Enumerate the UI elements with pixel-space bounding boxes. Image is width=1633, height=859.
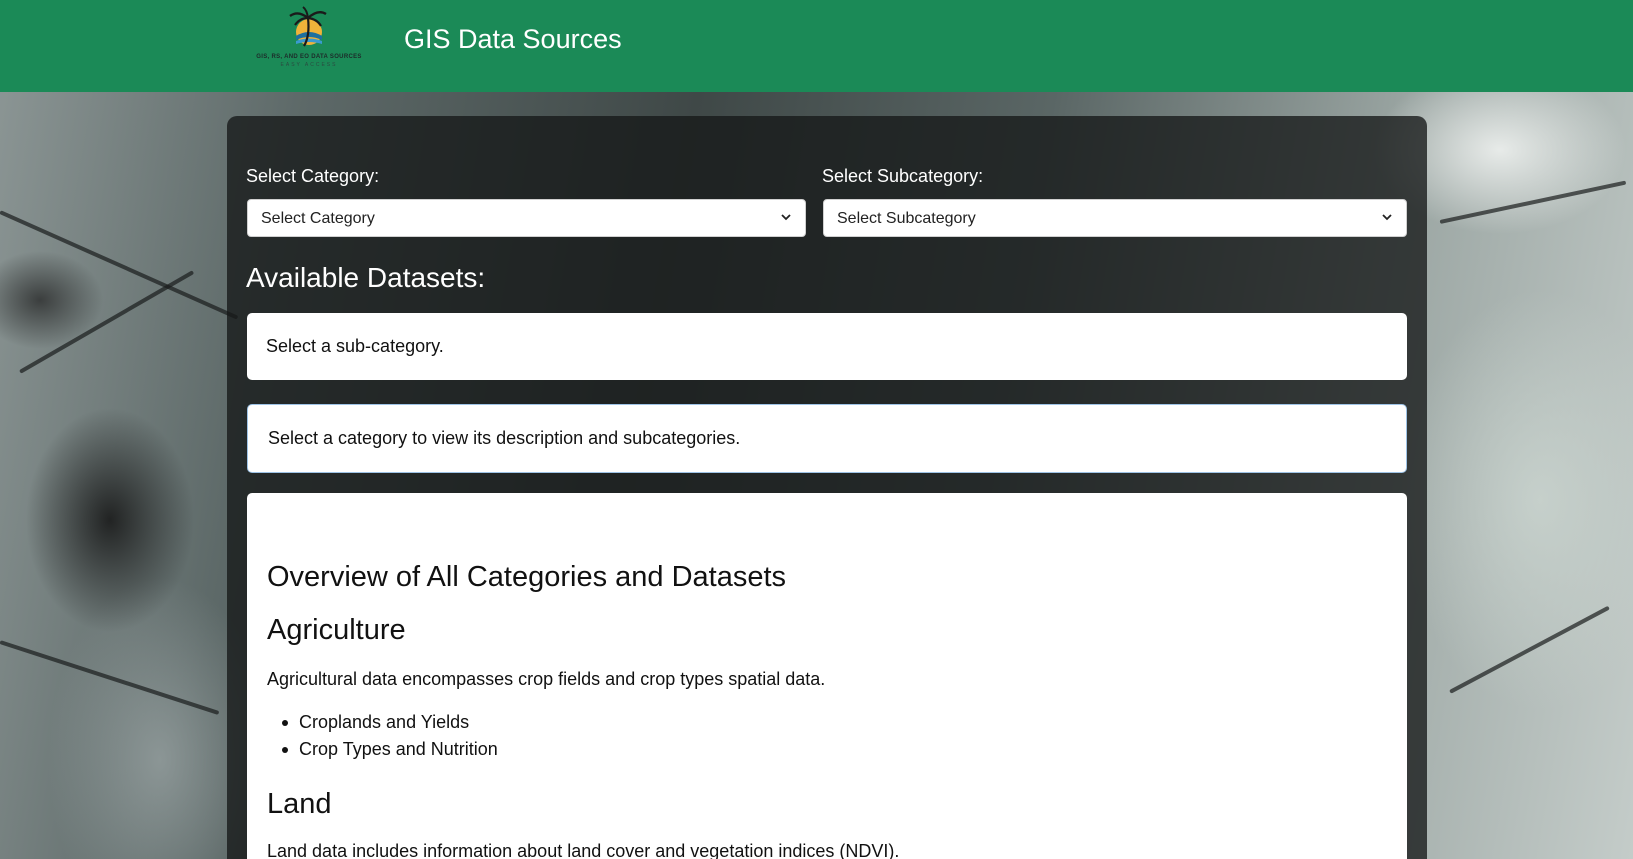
background-branch [1449,605,1610,694]
chevron-down-icon [781,214,791,221]
datasets-card: Select a sub-category. [247,313,1407,380]
bullet-icon [282,747,288,753]
category-hint: Select a category to view its descriptio… [268,428,741,448]
palm-tree-sun-logo-icon [289,6,327,47]
logo-tagline: EASY ACCESS [280,62,338,68]
site-logo[interactable]: GIS, RS, AND EO DATA SOURCES EASY ACCESS [246,6,372,72]
logo-caption: GIS, RS, AND EO DATA SOURCES [256,54,362,60]
overview-title: Overview of All Categories and Datasets [267,561,787,593]
category-heading-agriculture: Agriculture [267,614,406,646]
subcategory-item-label: Crop Types and Nutrition [299,739,498,759]
background-branch [0,210,239,320]
subcategory-item-label: Croplands and Yields [299,712,470,732]
site-title[interactable]: GIS Data Sources [404,24,622,55]
category-heading-land: Land [267,788,332,820]
site-header: GIS, RS, AND EO DATA SOURCES EASY ACCESS… [0,0,1633,92]
category-description: Land data includes information about lan… [267,841,900,859]
subcategory-item[interactable]: Croplands and Yields [282,712,470,733]
background-branch [19,270,195,374]
subcategory-select-value: Select Subcategory [837,210,976,227]
overview-card: Overview of All Categories and Datasets … [247,493,1407,859]
background-branch [1439,180,1627,224]
category-description-card: Select a category to view its descriptio… [247,404,1407,473]
background-branch [0,640,220,715]
chevron-down-icon [1382,214,1392,221]
subcategory-item[interactable]: Crop Types and Nutrition [282,739,498,760]
bullet-icon [282,720,288,726]
subcategory-select[interactable]: Select Subcategory [823,199,1407,237]
category-select[interactable]: Select Category [247,199,806,237]
subcategory-hint: Select a sub-category. [266,336,444,356]
category-label: Select Category: [246,166,380,186]
subcategory-label: Select Subcategory: [822,166,984,186]
available-datasets-heading: Available Datasets: [246,262,486,293]
category-select-value: Select Category [261,210,375,227]
category-description: Agricultural data encompasses crop field… [267,669,826,689]
